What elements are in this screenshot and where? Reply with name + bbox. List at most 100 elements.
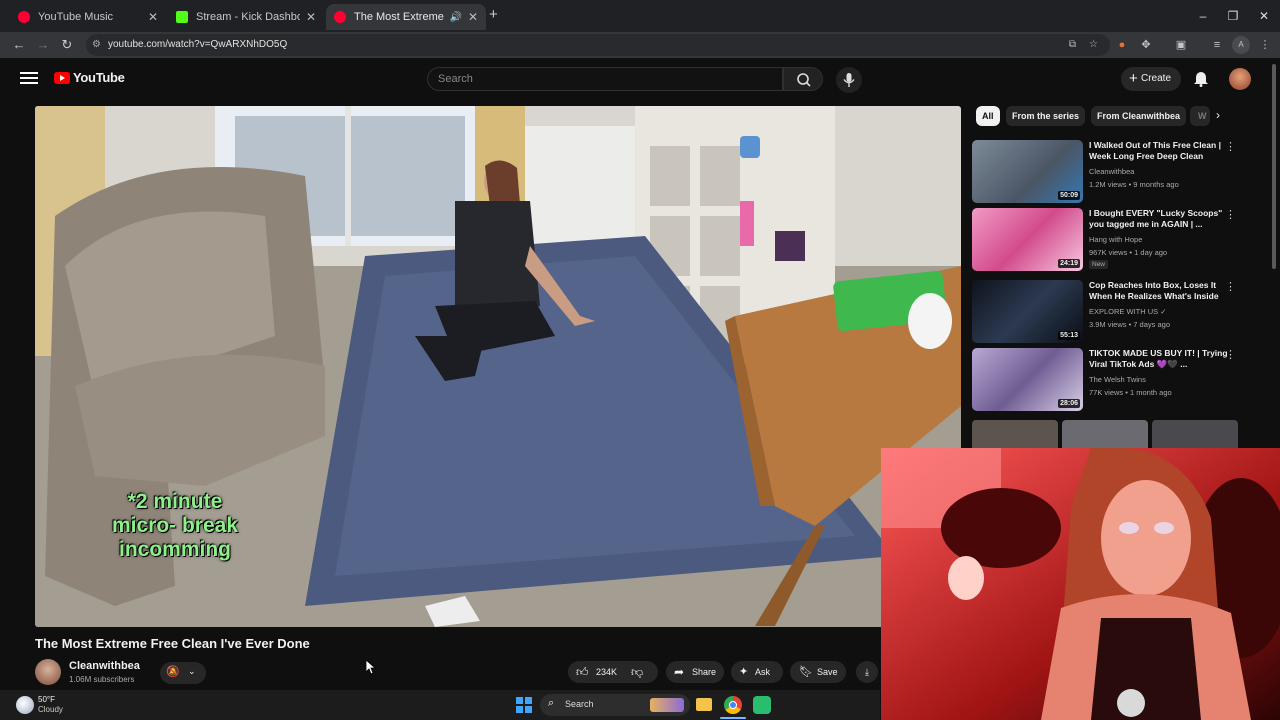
tab-youtube-video[interactable]: The Most Extreme Free Clea 🔊 ✕: [326, 4, 486, 30]
video-thumbnail[interactable]: 28:06: [972, 348, 1083, 411]
hamburger-menu-icon[interactable]: [20, 70, 38, 87]
close-window-icon[interactable]: ✕: [1249, 6, 1279, 26]
recommendation-title[interactable]: TIKTOK MADE US BUY IT! | Trying Viral Ti…: [1089, 348, 1229, 370]
video-thumbnail[interactable]: 55:13: [972, 280, 1083, 343]
recommendation-item[interactable]: 24:19 I Bought EVERY "Lucky Scoops" you …: [972, 208, 1240, 272]
weather-description[interactable]: Cloudy: [38, 705, 63, 714]
chrome-icon[interactable]: [724, 696, 742, 714]
search-input[interactable]: Search: [427, 67, 783, 91]
minimize-icon[interactable]: –: [1188, 6, 1218, 26]
app-icon[interactable]: [753, 696, 771, 714]
youtube-logo[interactable]: YouTube: [54, 70, 125, 85]
bookmark-star-icon[interactable]: ☆: [1089, 34, 1098, 56]
download-button[interactable]: ⤓: [856, 661, 878, 683]
extension-icon[interactable]: ●: [1113, 36, 1131, 54]
media-controls-icon[interactable]: ≡: [1208, 36, 1226, 54]
notifications-bell-icon[interactable]: [1193, 69, 1209, 92]
recommendation-title[interactable]: I Walked Out of This Free Clean | Week L…: [1089, 140, 1229, 162]
recommendation-item[interactable]: 28:06 TIKTOK MADE US BUY IT! | Trying Vi…: [972, 348, 1240, 412]
browser-menu-icon[interactable]: ⋮: [1256, 36, 1274, 54]
recommendation-channel[interactable]: Hang with Hope: [1089, 235, 1142, 244]
subscription-notify-button[interactable]: 🔕 ⌄: [160, 662, 206, 684]
ask-button[interactable]: ✦ Ask: [731, 661, 783, 683]
caption-line: incomming: [118, 538, 231, 561]
more-options-icon[interactable]: ⋮: [1225, 140, 1236, 153]
recommendation-title[interactable]: Cop Reaches Into Box, Loses It When He R…: [1089, 280, 1229, 302]
extensions-puzzle-icon[interactable]: ✥: [1137, 36, 1155, 54]
mouse-cursor-icon: [366, 660, 376, 675]
download-icon: ⤓: [865, 667, 869, 677]
file-explorer-icon[interactable]: [696, 698, 712, 711]
video-duration: 55:13: [1058, 331, 1080, 340]
weather-temperature[interactable]: 50°F: [38, 695, 55, 704]
audio-playing-icon[interactable]: 🔊: [449, 12, 461, 23]
forward-icon[interactable]: →: [33, 35, 53, 55]
logo-text: YouTube: [73, 70, 125, 85]
browser-tab-strip: YouTube Music ✕ Stream - Kick Dashboard …: [0, 0, 1280, 32]
site-info-icon[interactable]: ⚙: [92, 34, 101, 56]
install-app-icon[interactable]: ⧉: [1069, 34, 1076, 56]
share-button[interactable]: ➦ Share: [666, 661, 724, 683]
chip-all[interactable]: All: [976, 106, 1000, 126]
browser-toolbar: ← → ↻ ⚙ youtube.com/watch?v=QwARXNhDO5Q …: [0, 32, 1280, 58]
video-thumbnail[interactable]: 24:19: [972, 208, 1083, 271]
more-options-icon[interactable]: ⋮: [1225, 280, 1236, 293]
profile-avatar[interactable]: A: [1232, 36, 1250, 54]
chip-from-series[interactable]: From the series: [1006, 106, 1086, 126]
recommendation-channel[interactable]: The Welsh Twins: [1089, 375, 1146, 384]
video-player[interactable]: *2 minute micro- break incomming: [35, 106, 961, 627]
back-icon[interactable]: ←: [9, 35, 29, 55]
like-count[interactable]: 234K: [596, 661, 617, 683]
create-button[interactable]: Create: [1121, 67, 1181, 91]
chevron-down-icon: ⌄: [188, 666, 196, 676]
like-dislike-group: 👍︎ 234K 👎︎: [568, 661, 658, 683]
tab-close-icon[interactable]: ✕: [468, 10, 478, 24]
channel-name[interactable]: Cleanwithbea: [69, 660, 140, 672]
account-avatar[interactable]: [1229, 68, 1251, 90]
search-button[interactable]: [783, 67, 823, 91]
webcam-feed: [881, 448, 1280, 720]
tab-kick-dashboard[interactable]: Stream - Kick Dashboard ✕: [168, 4, 324, 30]
tab-title: YouTube Music: [38, 11, 114, 23]
reload-icon[interactable]: ↻: [57, 35, 77, 55]
youtube-music-favicon-icon: [18, 11, 30, 23]
chevron-right-icon[interactable]: ›: [1216, 108, 1220, 122]
bookmark-icon: 🔖︎: [799, 666, 813, 678]
voice-search-button[interactable]: [836, 67, 862, 93]
video-thumbnail[interactable]: 50:09: [972, 140, 1083, 203]
recommendation-meta: 1.2M views • 9 months ago: [1089, 180, 1179, 189]
side-panel-icon[interactable]: ▣: [1172, 36, 1190, 54]
maximize-icon[interactable]: ❐: [1218, 6, 1248, 26]
more-options-icon[interactable]: ⋮: [1225, 208, 1236, 221]
dislike-icon[interactable]: 👎︎: [631, 661, 643, 683]
kick-favicon-icon: [176, 11, 188, 23]
bell-off-icon: 🔕: [166, 666, 180, 678]
windows-start-icon[interactable]: [516, 697, 532, 713]
video-duration: 24:19: [1058, 259, 1080, 268]
recommendation-channel[interactable]: Cleanwithbea: [1089, 167, 1134, 176]
taskbar-search-box[interactable]: ⌕ Search: [540, 694, 690, 716]
more-options-icon[interactable]: ⋮: [1225, 348, 1236, 361]
caption-line: *2 minute: [127, 490, 223, 513]
like-icon[interactable]: 👍︎: [576, 661, 589, 683]
chip-from-channel[interactable]: From Cleanwithbea: [1091, 106, 1187, 126]
save-button[interactable]: 🔖︎ Save: [790, 661, 846, 683]
tab-title: Stream - Kick Dashboard: [196, 11, 300, 23]
recommendation-item[interactable]: 50:09 I Walked Out of This Free Clean | …: [972, 140, 1240, 204]
tab-close-icon[interactable]: ✕: [148, 10, 158, 24]
sparkle-icon: ✦: [739, 666, 749, 678]
page-scrollbar[interactable]: [1272, 64, 1276, 269]
address-bar[interactable]: ⚙ youtube.com/watch?v=QwARXNhDO5Q ⧉ ☆: [86, 34, 1110, 56]
recommendation-title[interactable]: I Bought EVERY "Lucky Scoops" you tagged…: [1089, 208, 1229, 230]
recommendation-channel[interactable]: EXPLORE WITH US ✓: [1089, 307, 1167, 316]
search-icon: [797, 73, 811, 87]
tab-youtube-music[interactable]: YouTube Music ✕: [10, 4, 166, 30]
channel-avatar[interactable]: [35, 659, 61, 685]
weather-cloud-icon[interactable]: [16, 696, 34, 714]
recommendation-item[interactable]: 55:13 Cop Reaches Into Box, Loses It Whe…: [972, 280, 1240, 344]
microphone-icon: [843, 73, 855, 87]
chip-partial[interactable]: W: [1190, 106, 1210, 126]
new-tab-icon[interactable]: +: [489, 6, 498, 23]
recommendation-meta: 3.9M views • 7 days ago: [1089, 320, 1170, 329]
tab-close-icon[interactable]: ✕: [306, 10, 316, 24]
